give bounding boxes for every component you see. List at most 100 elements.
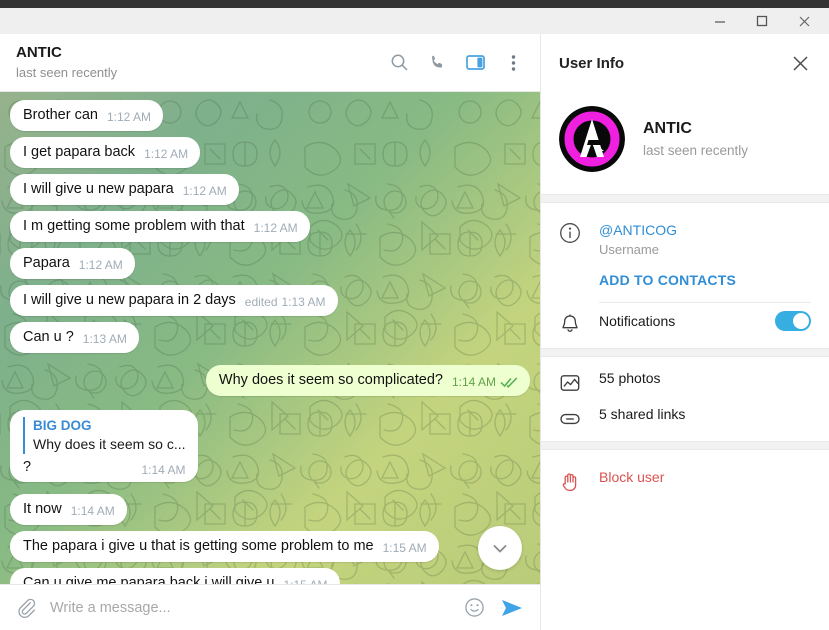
message-row[interactable]: BIG DOG Why does it seem so c... ? 1:14 … bbox=[10, 410, 530, 482]
message-meta: 1:15 AM bbox=[283, 578, 327, 584]
message-text: Brother can bbox=[23, 107, 98, 123]
add-to-contacts-button[interactable]: ADD TO CONTACTS bbox=[541, 262, 829, 294]
message-bubble-incoming[interactable]: I will give u new papara 1:12 AM bbox=[10, 174, 239, 205]
avatar[interactable] bbox=[559, 106, 625, 172]
message-time: 1:13 AM bbox=[281, 295, 326, 309]
message-text: Why does it seem so complicated? bbox=[218, 372, 443, 388]
sidebar-toggle-icon[interactable] bbox=[460, 48, 490, 78]
user-info-header: User Info bbox=[541, 34, 829, 92]
message-bubble-incoming[interactable]: Brother can 1:12 AM bbox=[10, 100, 163, 131]
chat-title: ANTIC bbox=[16, 44, 62, 61]
message-time: 1:14 AM bbox=[141, 463, 186, 477]
message-bubble-incoming[interactable]: I will give u new papara in 2 days edite… bbox=[10, 285, 338, 316]
window-titlebar[interactable] bbox=[0, 8, 829, 34]
message-meta: edited 1:13 AM bbox=[245, 295, 326, 310]
chat-column: ANTIC last seen recently Brother can 1:1… bbox=[0, 34, 540, 630]
user-profile[interactable]: ANTIC last seen recently bbox=[541, 92, 829, 194]
chat-header-actions bbox=[384, 48, 528, 78]
message-time: 1:12 AM bbox=[144, 147, 189, 161]
message-list-area[interactable]: Brother can 1:12 AM I get papara back 1:… bbox=[0, 92, 540, 584]
scroll-to-bottom-button[interactable] bbox=[478, 526, 522, 570]
message-text: I m getting some problem with that bbox=[23, 218, 245, 234]
message-row[interactable]: Brother can 1:12 AM bbox=[10, 100, 530, 131]
maximize-button[interactable] bbox=[741, 8, 783, 34]
photos-icon bbox=[559, 370, 599, 394]
window-top-strip bbox=[0, 0, 829, 8]
message-row[interactable]: Papara 1:12 AM bbox=[10, 248, 530, 279]
block-user-label: Block user bbox=[599, 469, 665, 485]
links-label: 5 shared links bbox=[599, 406, 686, 422]
message-input[interactable] bbox=[50, 599, 450, 616]
message-composer bbox=[0, 584, 540, 630]
search-icon[interactable] bbox=[384, 48, 414, 78]
window-body: ANTIC last seen recently Brother can 1:1… bbox=[0, 34, 829, 630]
message-bubble-incoming[interactable]: Can u give me papara back i will give u … bbox=[10, 568, 340, 584]
user-info-title: User Info bbox=[559, 54, 625, 72]
message-meta: 1:13 AM bbox=[83, 332, 127, 347]
close-icon[interactable] bbox=[785, 48, 815, 78]
message-bubble-incoming[interactable]: I get papara back 1:12 AM bbox=[10, 137, 201, 168]
notifications-row[interactable]: Notifications bbox=[541, 303, 829, 338]
message-bubble-incoming-reply[interactable]: BIG DOG Why does it seem so c... ? 1:14 … bbox=[10, 410, 198, 482]
photos-body: 55 photos bbox=[599, 370, 661, 386]
message-row[interactable]: I will give u new papara in 2 days edite… bbox=[10, 285, 530, 316]
links-row[interactable]: 5 shared links bbox=[541, 403, 829, 433]
message-time: 1:12 AM bbox=[182, 184, 227, 198]
message-row[interactable]: Can u ? 1:13 AM bbox=[10, 322, 530, 353]
message-list: Brother can 1:12 AM I get papara back 1:… bbox=[0, 92, 540, 584]
message-row[interactable]: The papara i give u that is getting some… bbox=[10, 531, 530, 562]
message-text: ? bbox=[23, 459, 32, 475]
links-body: 5 shared links bbox=[599, 406, 685, 422]
message-bubble-incoming[interactable]: It now 1:14 AM bbox=[10, 494, 127, 525]
send-button[interactable] bbox=[498, 594, 526, 622]
photos-row[interactable]: 55 photos bbox=[541, 367, 829, 397]
message-time: 1:12 AM bbox=[106, 110, 151, 124]
message-row[interactable]: I will give u new papara 1:12 AM bbox=[10, 174, 530, 205]
info-icon bbox=[559, 220, 599, 244]
link-icon bbox=[559, 406, 599, 430]
message-meta: 1:12 AM bbox=[183, 184, 227, 199]
telegram-window: ANTIC last seen recently Brother can 1:1… bbox=[0, 0, 829, 630]
message-meta: 1:12 AM bbox=[144, 147, 188, 162]
message-bubble-outgoing[interactable]: Why does it seem so complicated? 1:14 AM bbox=[205, 365, 530, 396]
message-row[interactable]: I get papara back 1:12 AM bbox=[10, 137, 530, 168]
message-time: 1:12 AM bbox=[253, 221, 298, 235]
bell-icon bbox=[559, 311, 599, 335]
block-user-body: Block user bbox=[599, 469, 664, 485]
chat-header-titles[interactable]: ANTIC last seen recently bbox=[16, 44, 384, 81]
message-bubble-incoming[interactable]: Papara 1:12 AM bbox=[10, 248, 135, 279]
message-meta: 1:15 AM bbox=[383, 541, 427, 556]
phone-icon[interactable] bbox=[422, 48, 452, 78]
message-bubble-incoming[interactable]: Can u ? 1:13 AM bbox=[10, 322, 139, 353]
username-body: @ANTICOG Username bbox=[599, 220, 811, 259]
message-row[interactable]: It now 1:14 AM bbox=[10, 494, 530, 525]
message-bubble-incoming[interactable]: I m getting some problem with that 1:12 … bbox=[10, 211, 310, 242]
user-info-panel: User Info ANTIC last seen recently @ANTI… bbox=[540, 34, 829, 630]
block-user-row[interactable]: Block user bbox=[541, 466, 829, 496]
section-divider bbox=[541, 441, 829, 450]
close-button[interactable] bbox=[783, 8, 825, 34]
reply-author: BIG DOG bbox=[33, 418, 92, 433]
notifications-toggle[interactable] bbox=[775, 311, 811, 331]
chevron-down-icon bbox=[493, 544, 507, 553]
message-text: The papara i give u that is getting some… bbox=[23, 538, 374, 554]
message-text: Can u ? bbox=[23, 329, 74, 345]
message-meta: 1:12 AM bbox=[79, 258, 123, 273]
username-row[interactable]: @ANTICOG Username bbox=[541, 217, 829, 262]
more-vertical-icon[interactable] bbox=[498, 48, 528, 78]
notifications-body: Notifications bbox=[599, 311, 811, 331]
message-row[interactable]: Why does it seem so complicated? 1:14 AM bbox=[10, 365, 530, 396]
message-text: It now bbox=[23, 501, 62, 517]
message-time: 1:14 AM bbox=[70, 504, 115, 518]
message-bubble-incoming[interactable]: The papara i give u that is getting some… bbox=[10, 531, 439, 562]
message-row[interactable]: I m getting some problem with that 1:12 … bbox=[10, 211, 530, 242]
minimize-button[interactable] bbox=[699, 8, 741, 34]
emoji-icon[interactable] bbox=[460, 594, 488, 622]
attach-icon[interactable] bbox=[12, 594, 40, 622]
shared-media-section: 55 photos 5 shared links bbox=[541, 357, 829, 441]
reply-quote[interactable]: BIG DOG Why does it seem so c... bbox=[23, 417, 186, 454]
message-meta: 1:12 AM bbox=[254, 221, 298, 236]
message-text: Papara bbox=[23, 255, 70, 271]
photos-label: 55 photos bbox=[599, 370, 661, 386]
message-row[interactable]: Can u give me papara back i will give u … bbox=[10, 568, 530, 584]
